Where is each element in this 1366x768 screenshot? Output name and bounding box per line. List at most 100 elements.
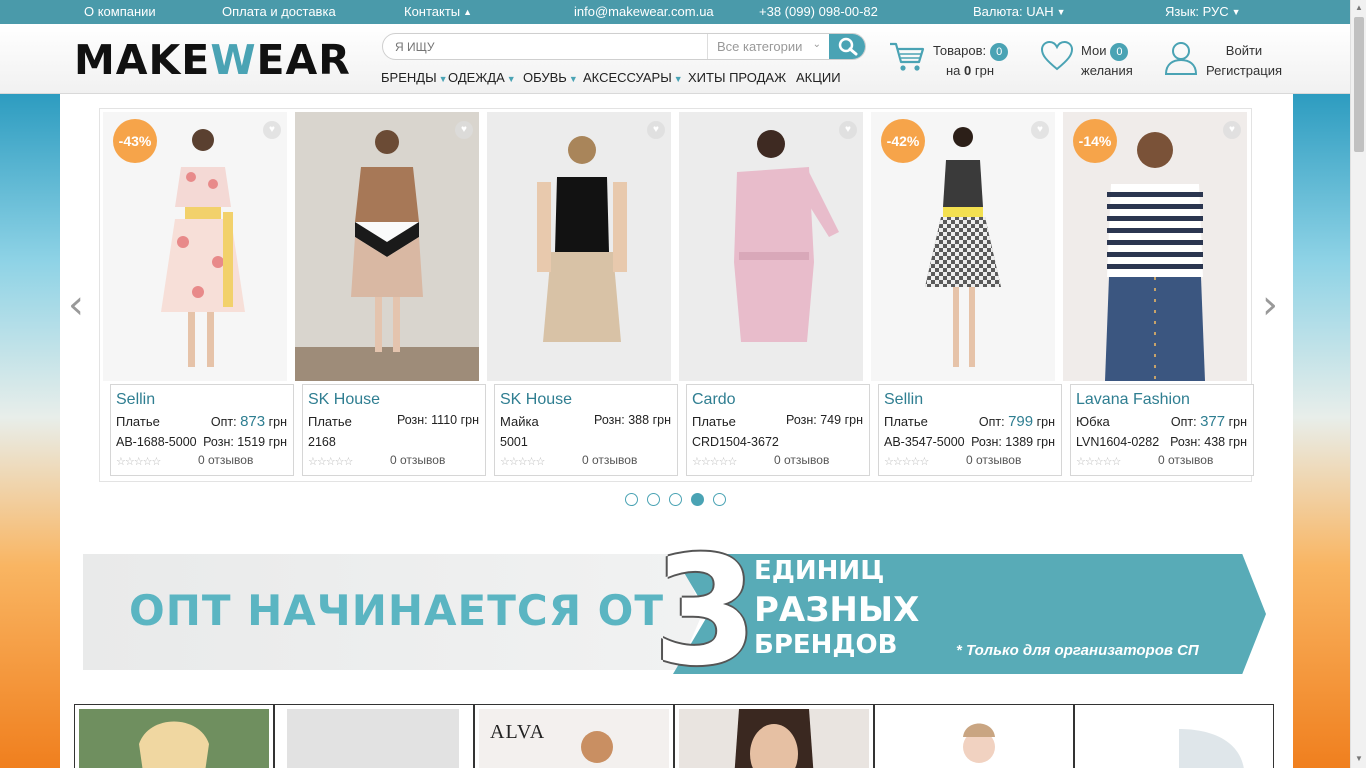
product-brand[interactable]: Cardo <box>692 391 736 409</box>
phone-link[interactable]: +38 (099) 098-00-82 <box>759 4 878 19</box>
carousel-dot-active[interactable] <box>691 493 704 506</box>
background-right-gradient <box>1293 94 1350 768</box>
product-sku: AB-3547-5000 <box>884 435 965 449</box>
reviews-count[interactable]: 0 отзывов <box>198 453 253 467</box>
rating-stars[interactable]: ☆☆☆☆☆ <box>308 455 353 468</box>
chevron-down-icon: ⌄ <box>812 39 821 50</box>
discount-badge: -14% <box>1073 119 1117 163</box>
brand-tile[interactable] <box>674 704 874 768</box>
brand-tile[interactable] <box>1074 704 1274 768</box>
product-card[interactable]: -43% ♥ Sellin Платье Опт: 873 грн AB-168… <box>103 112 294 478</box>
banner-line-2: РАЗНЫХ <box>754 590 920 630</box>
reviews-count[interactable]: 0 отзывов <box>582 453 637 467</box>
reviews-count[interactable]: 0 отзывов <box>1158 453 1213 467</box>
reviews-count[interactable]: 0 отзывов <box>774 453 829 467</box>
currency-dropdown[interactable]: Валюта: UAH ▼ <box>973 4 1066 19</box>
price-currency: грн <box>844 413 863 427</box>
language-dropdown[interactable]: Язык: РУС ▼ <box>1165 4 1241 19</box>
product-card[interactable]: ♥ SK House Платье Розн: 1110 грн 2168 ☆☆… <box>295 112 486 478</box>
carousel-dot[interactable] <box>647 493 660 506</box>
rating-stars[interactable]: ☆☆☆☆☆ <box>884 455 929 468</box>
login-link[interactable]: Войти <box>1226 43 1262 58</box>
favorite-heart-icon[interactable]: ♥ <box>1223 121 1241 139</box>
carousel-dot[interactable] <box>669 493 682 506</box>
search-button[interactable] <box>829 34 865 59</box>
carousel-dot[interactable] <box>625 493 638 506</box>
heart-icon[interactable] <box>1040 40 1074 72</box>
favorite-heart-icon[interactable]: ♥ <box>839 121 857 139</box>
background-left-gradient <box>0 94 60 768</box>
contacts-dropdown[interactable]: Контакты ▲ <box>404 4 472 19</box>
nav-sales[interactable]: АКЦИИ <box>796 70 841 85</box>
nav-shoes[interactable]: ОБУВЬ ▼ <box>523 70 578 85</box>
banner-line-1: ЕДИНИЦ <box>754 556 885 586</box>
account-links: Войти Регистрация <box>1206 41 1282 81</box>
carousel-dot[interactable] <box>713 493 726 506</box>
rating-stars[interactable]: ☆☆☆☆☆ <box>692 455 737 468</box>
nav-accessories[interactable]: АКСЕССУАРЫ ▼ <box>583 70 683 85</box>
product-card[interactable]: ♥ Cardo Платье Розн: 749 грн CRD1504-367… <box>679 112 870 478</box>
site-logo[interactable]: MAKEWEAR <box>74 38 351 82</box>
product-type: Майка <box>500 414 539 429</box>
product-image[interactable] <box>295 112 479 381</box>
carousel-prev-arrow[interactable]: ‹ <box>68 282 84 328</box>
price-currency: грн <box>652 413 671 427</box>
wishlist-summary[interactable]: Мои 0 желания <box>1081 41 1133 81</box>
category-select-label: Все категории <box>717 39 803 54</box>
scroll-down-icon[interactable]: ▼ <box>1355 754 1363 763</box>
product-card[interactable]: -14% ♥ Lavana Fashion Юбка Опт: 377 грн … <box>1063 112 1254 478</box>
cart-summary[interactable]: Товаров: 0 на 0 грн <box>933 41 1009 78</box>
product-info: SK House Майка Розн: 388 грн 5001 ☆☆☆☆☆ … <box>494 384 678 476</box>
price-label: Опт: <box>1170 415 1197 429</box>
rating-stars[interactable]: ☆☆☆☆☆ <box>500 455 545 468</box>
price-label: Опт: <box>210 415 237 429</box>
brand-tile[interactable] <box>874 704 1074 768</box>
carousel-next-arrow[interactable]: › <box>1262 282 1278 328</box>
nav-brands-label: БРЕНДЫ <box>381 70 437 85</box>
reviews-count[interactable]: 0 отзывов <box>966 453 1021 467</box>
product-brand[interactable]: SK House <box>308 391 380 409</box>
nav-clothing[interactable]: ОДЕЖДА ▼ <box>448 70 516 85</box>
brand-tile[interactable] <box>74 704 274 768</box>
search-input[interactable] <box>395 38 695 56</box>
brand-tile[interactable] <box>274 704 474 768</box>
wholesale-promo-banner[interactable]: ОПТ НАЧИНАЕТСЯ ОТ 3 ЕДИНИЦ РАЗНЫХ БРЕНДО… <box>83 537 1266 687</box>
favorite-heart-icon[interactable]: ♥ <box>263 121 281 139</box>
rating-stars[interactable]: ☆☆☆☆☆ <box>1076 455 1121 468</box>
product-card[interactable]: -42% ♥ Sellin Платье Опт: 799 грн AB-354… <box>871 112 1062 478</box>
product-info: Sellin Платье Опт: 873 грн AB-1688-5000 … <box>110 384 294 476</box>
scrollbar-thumb[interactable] <box>1354 17 1364 152</box>
caret-down-icon: ▼ <box>568 74 578 84</box>
product-type: Платье <box>116 414 160 429</box>
about-link[interactable]: О компании <box>84 4 156 19</box>
product-info: Lavana Fashion Юбка Опт: 377 грн LVN1604… <box>1070 384 1254 476</box>
product-brand[interactable]: Lavana Fashion <box>1076 391 1190 409</box>
reviews-count[interactable]: 0 отзывов <box>390 453 445 467</box>
register-link[interactable]: Регистрация <box>1206 63 1282 78</box>
price-value: 873 <box>240 413 266 430</box>
favorite-heart-icon[interactable]: ♥ <box>455 121 473 139</box>
product-brand[interactable]: SK House <box>500 391 572 409</box>
user-icon[interactable] <box>1163 40 1199 76</box>
cart-icon[interactable] <box>888 40 926 74</box>
email-link[interactable]: info@makewear.com.ua <box>574 4 714 19</box>
nav-brands[interactable]: БРЕНДЫ ▼ <box>381 70 448 85</box>
caret-down-icon: ▼ <box>438 74 448 84</box>
triangle-down-icon: ▼ <box>1231 7 1241 17</box>
scroll-up-icon[interactable]: ▲ <box>1355 3 1363 12</box>
rating-stars[interactable]: ☆☆☆☆☆ <box>116 455 161 468</box>
category-select[interactable]: Все категории ⌄ <box>707 34 829 59</box>
product-image[interactable] <box>679 112 863 381</box>
product-card[interactable]: ♥ SK House Майка Розн: 388 грн 5001 ☆☆☆☆… <box>487 112 678 478</box>
price-value: 799 <box>1008 413 1034 430</box>
product-image[interactable] <box>487 112 671 381</box>
product-brand[interactable]: Sellin <box>884 391 923 409</box>
page-scrollbar[interactable]: ▲ ▼ <box>1350 0 1366 768</box>
payment-delivery-link[interactable]: Оплата и доставка <box>222 4 336 19</box>
product-brand[interactable]: Sellin <box>116 391 155 409</box>
price-label: Опт: <box>978 415 1005 429</box>
favorite-heart-icon[interactable]: ♥ <box>1031 121 1049 139</box>
nav-bestsellers[interactable]: ХИТЫ ПРОДАЖ <box>688 70 786 85</box>
brand-tile[interactable]: ALVA <box>474 704 674 768</box>
favorite-heart-icon[interactable]: ♥ <box>647 121 665 139</box>
